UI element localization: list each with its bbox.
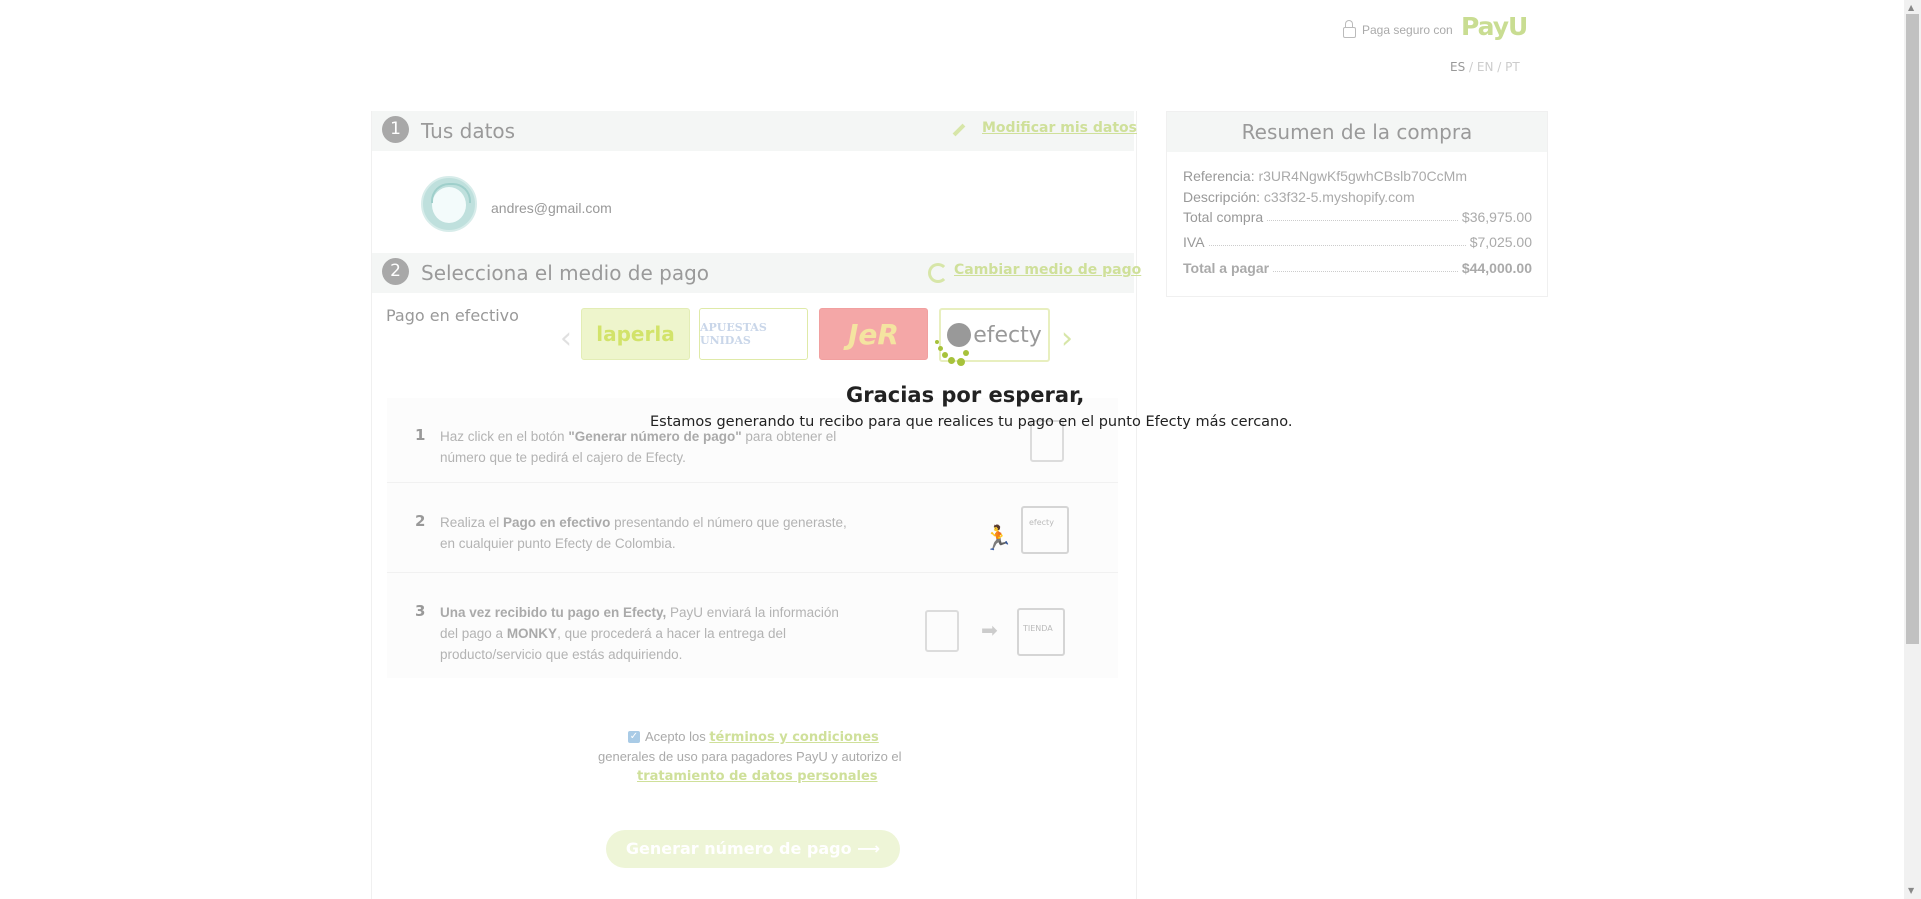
next-method-arrow[interactable]: › [1061, 321, 1073, 356]
terms-checkbox[interactable]: ✓ [628, 731, 640, 743]
lang-en[interactable]: EN [1477, 60, 1494, 74]
terms-link[interactable]: términos y condiciones [709, 730, 878, 745]
lang-es[interactable]: ES [1450, 60, 1465, 74]
modify-data-link[interactable]: Modificar mis datos [982, 120, 1137, 136]
refresh-icon [928, 263, 948, 283]
summary-iva: IVA $7,025.00 [1183, 234, 1532, 250]
walking-person-icon: 🏃 [983, 524, 1013, 552]
user-email: andres@gmail.com [491, 200, 612, 216]
scroll-up-icon[interactable]: ▲ [1908, 3, 1914, 12]
section-2-title: Selecciona el medio de pago [421, 261, 710, 285]
terms-line-3: tratamiento de datos personales [637, 768, 878, 784]
payment-type-label: Pago en efectivo [386, 306, 519, 325]
privacy-link[interactable]: tratamiento de datos personales [637, 769, 878, 784]
summary-description: Descripción: c33f32-5.myshopify.com [1183, 189, 1415, 205]
purchase-summary: Resumen de la compra Referencia: r3UR4Ng… [1166, 111, 1548, 297]
avatar [421, 176, 477, 232]
secure-payment-note: Paga seguro con [1343, 20, 1453, 38]
receipt-check-icon [925, 610, 959, 652]
payu-logo: PayU [1461, 12, 1528, 41]
summary-reference: Referencia: r3UR4NgwKf5gwhCBslb70CcMm [1183, 168, 1467, 184]
arrow-right-icon: ➡ [981, 618, 998, 642]
instruction-step: 2 Realiza el Pago en efectivo presentand… [387, 482, 1118, 573]
instructions-box: 1 Haz click en el botón "Generar número … [387, 398, 1118, 678]
step-1-badge: 1 [382, 116, 409, 143]
summary-subtotal: Total compra $36,975.00 [1183, 209, 1532, 225]
instruction-step: 1 Haz click en el botón "Generar número … [387, 398, 1118, 483]
efecty-store-icon: efecty [1021, 506, 1069, 554]
section-1-title: Tus datos [421, 119, 516, 143]
terms-line-1: Acepto los términos y condiciones [645, 729, 879, 745]
overlay-subtitle: Estamos generando tu recibo para que rea… [650, 414, 1293, 430]
scrollbar-thumb[interactable] [1906, 14, 1919, 644]
language-switcher: ES / EN / PT [1450, 60, 1520, 74]
secure-text: Paga seguro con [1362, 23, 1453, 37]
lang-pt[interactable]: PT [1505, 60, 1520, 74]
method-jer[interactable]: JeR [819, 308, 928, 360]
lock-icon [1343, 20, 1356, 38]
change-method-link[interactable]: Cambiar medio de pago [954, 262, 1141, 278]
summary-total: Total a pagar $44,000.00 [1183, 260, 1532, 276]
step-2-badge: 2 [382, 258, 409, 285]
generate-payment-number-button[interactable]: Generar número de pago ⟶ [606, 830, 900, 868]
scroll-down-icon[interactable]: ▼ [1908, 886, 1914, 895]
overlay-title: Gracias por esperar, [846, 383, 1085, 407]
summary-title: Resumen de la compra [1167, 112, 1547, 152]
prev-method-arrow[interactable]: ‹ [560, 321, 572, 356]
method-efecty[interactable]: efecty [939, 308, 1050, 362]
store-icon: TIENDA [1017, 608, 1065, 656]
instruction-step: 3 Una vez recibido tu pago en Efecty, Pa… [387, 572, 1118, 678]
method-apuestas-unidas[interactable]: APUESTAS UNIDAS [699, 308, 808, 360]
efecty-logo-icon [947, 323, 972, 347]
method-laperla[interactable]: laperla [581, 308, 690, 360]
terms-line-2: generales de uso para pagadores PayU y a… [598, 749, 902, 764]
